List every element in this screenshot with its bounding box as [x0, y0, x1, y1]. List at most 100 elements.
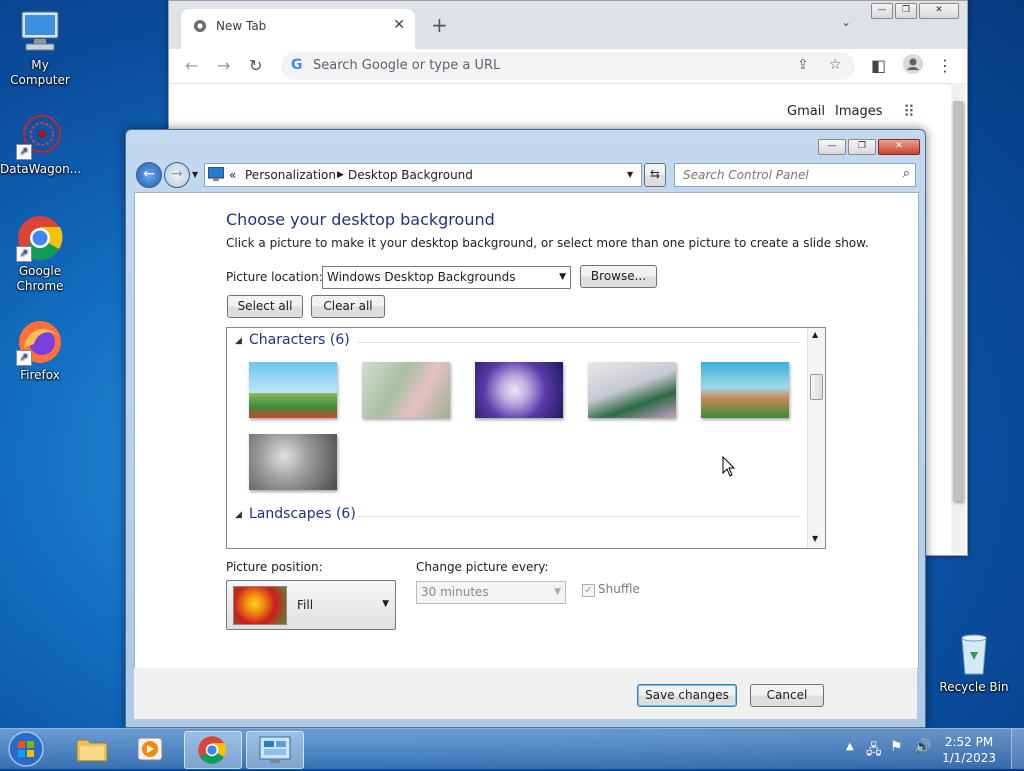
breadcrumb-personalization[interactable]: Personalization [245, 168, 336, 182]
picture-location-dropdown[interactable]: Windows Desktop Backgrounds ▼ [322, 266, 571, 289]
desktop-icon-my-computer[interactable]: My Computer [0, 8, 80, 88]
chrome-tab-new-tab[interactable]: New Tab ✕ [181, 9, 415, 49]
bookmark-star-icon[interactable]: ☆ [829, 57, 842, 73]
picture-location-label: Picture location: [226, 270, 323, 284]
chrome-tabstrip: New Tab ✕ + ⌄ — ❐ ✕ [169, 1, 967, 49]
change-picture-label: Change picture every: [416, 560, 549, 574]
gallery-scrollbar[interactable]: ▲ ▼ [807, 328, 825, 548]
start-button[interactable] [6, 730, 46, 768]
tab-close-icon[interactable]: ✕ [393, 17, 405, 33]
taskbar-explorer-button[interactable] [64, 731, 120, 767]
desktop-icon-recycle-bin[interactable]: Recycle Bin [934, 630, 1014, 695]
folder-icon [76, 736, 108, 765]
collapse-triangle-icon[interactable]: ◢ [235, 336, 242, 346]
breadcrumb-overflow-icon[interactable]: « [229, 168, 236, 182]
wallpaper-thumbnail[interactable] [362, 362, 450, 418]
forward-arrow-icon[interactable]: → [217, 56, 230, 75]
chrome-tab-title: New Tab [216, 19, 267, 33]
back-button-icon[interactable]: ← [136, 162, 162, 188]
picture-position-label: Picture position: [226, 560, 323, 574]
address-dropdown-icon[interactable]: ▼ [627, 170, 633, 179]
apps-grid-icon[interactable]: ⠿ [903, 102, 915, 121]
cancel-button[interactable]: Cancel [750, 684, 824, 707]
scroll-up-icon[interactable]: ▲ [812, 330, 818, 339]
wallpaper-thumbnail[interactable] [249, 434, 337, 490]
gmail-link[interactable]: Gmail [787, 104, 825, 119]
shuffle-label: Shuffle [598, 582, 640, 596]
taskbar-control-panel-button[interactable] [246, 731, 304, 769]
minimize-icon[interactable]: — [871, 3, 893, 19]
show-desktop-button[interactable] [1011, 729, 1024, 769]
reload-icon[interactable]: ↻ [249, 56, 262, 75]
clear-all-button[interactable]: Clear all [311, 295, 385, 318]
action-center-flag-icon[interactable]: ⚑ [890, 739, 903, 755]
cp-footer: Save changes Cancel [134, 668, 917, 719]
page-title: Choose your desktop background [226, 210, 495, 229]
control-panel-window[interactable]: — ❐ ✕ ← → ▼ « Personalization ▶ Desktop … [125, 129, 926, 728]
close-icon[interactable]: ✕ [878, 139, 920, 155]
browse-button[interactable]: Browse... [580, 265, 657, 288]
new-tab-icon[interactable]: + [431, 13, 448, 37]
network-icon[interactable]: 🖧 [866, 739, 882, 763]
system-clock[interactable]: 2:52 PM 1/1/2023 [942, 734, 996, 766]
chrome-window-controls: — ❐ ✕ [871, 3, 959, 19]
breadcrumb-desktop-background[interactable]: Desktop Background [348, 168, 473, 182]
desktop-icon-datawagon[interactable]: ↗ DataWagon... [0, 112, 81, 177]
wallpaper-thumbnail[interactable] [249, 362, 337, 418]
forward-button-icon[interactable]: → [164, 162, 190, 188]
chrome-icon: ↗ [16, 214, 64, 262]
address-bar[interactable]: « Personalization ▶ Desktop Background ▼ [204, 163, 642, 187]
volume-icon[interactable]: 🔊 [914, 739, 931, 755]
wallpaper-thumbnail[interactable] [475, 362, 563, 418]
search-icon[interactable]: ⌕ [903, 166, 910, 181]
mouse-cursor-icon [722, 455, 736, 481]
taskbar-chrome-button[interactable] [184, 731, 242, 769]
breadcrumb-separator-icon[interactable]: ▶ [337, 170, 344, 180]
taskbar: ▲ 🖧 ⚑ 🔊 2:52 PM 1/1/2023 [0, 728, 1024, 769]
chrome-menu-icon[interactable]: ⋮ [937, 56, 953, 75]
maximize-icon[interactable]: ❐ [895, 3, 917, 19]
scroll-down-icon[interactable]: ▼ [812, 534, 818, 543]
shuffle-checkbox[interactable]: ✓ [582, 584, 595, 597]
control-panel-icon [207, 166, 225, 184]
save-changes-button[interactable]: Save changes [637, 684, 737, 707]
images-link[interactable]: Images [835, 104, 883, 119]
collapse-triangle-icon[interactable]: ◢ [235, 510, 242, 520]
search-placeholder: Search Control Panel [683, 168, 809, 182]
refresh-icon[interactable]: ⇆ [644, 163, 666, 187]
recent-pages-chevron-icon[interactable]: ▼ [192, 170, 198, 179]
change-picture-interval-dropdown[interactable]: 30 minutes ▼ [416, 581, 566, 604]
tab-search-chevron-icon[interactable]: ⌄ [841, 15, 851, 29]
chrome-favicon-icon [193, 19, 207, 36]
wallpaper-thumbnail[interactable] [701, 362, 789, 418]
desktop-icon-google-chrome[interactable]: ↗ Google Chrome [0, 214, 80, 294]
desktop-icon-label: Recycle Bin [939, 680, 1009, 694]
change-picture-value: 30 minutes [421, 585, 489, 599]
dropdown-arrow-icon: ▼ [559, 272, 566, 282]
group-header-characters[interactable]: Characters (6) [249, 332, 350, 348]
show-hidden-icons-icon[interactable]: ▲ [846, 741, 854, 752]
close-icon[interactable]: ✕ [919, 3, 959, 19]
minimize-icon[interactable]: — [818, 139, 846, 155]
media-player-icon [136, 736, 164, 765]
maximize-icon[interactable]: ❐ [848, 139, 876, 155]
wallpaper-thumbnail[interactable] [588, 362, 676, 418]
wallpaper-gallery: ◢ Characters (6) ◢ Landscapes (6) ▲ ▼ [226, 327, 826, 549]
group-header-landscapes[interactable]: Landscapes (6) [249, 506, 356, 522]
control-panel-icon [259, 736, 291, 767]
desktop-icon-firefox[interactable]: ↗ Firefox [0, 318, 80, 383]
gallery-scrollbar-thumb[interactable] [810, 374, 823, 400]
picture-position-dropdown[interactable]: Fill ▼ [226, 580, 396, 630]
omnibox[interactable]: G Search Google or type a URL ⇪ ☆ [281, 52, 855, 80]
share-icon[interactable]: ⇪ [797, 57, 809, 73]
side-panel-icon[interactable]: ◧ [871, 56, 886, 75]
select-all-button[interactable]: Select all [227, 295, 303, 318]
search-control-panel-input[interactable]: Search Control Panel ⌕ [674, 163, 916, 187]
chrome-toolbar: ← → ↻ G Search Google or type a URL ⇪ ☆ … [169, 49, 967, 84]
chrome-scrollbar[interactable] [951, 83, 965, 553]
back-arrow-icon[interactable]: ← [185, 56, 198, 75]
taskbar-media-player-button[interactable] [122, 731, 178, 767]
chrome-scrollbar-thumb[interactable] [953, 101, 963, 501]
datawagon-icon: ↗ [16, 112, 64, 160]
profile-avatar-icon[interactable] [903, 54, 923, 78]
